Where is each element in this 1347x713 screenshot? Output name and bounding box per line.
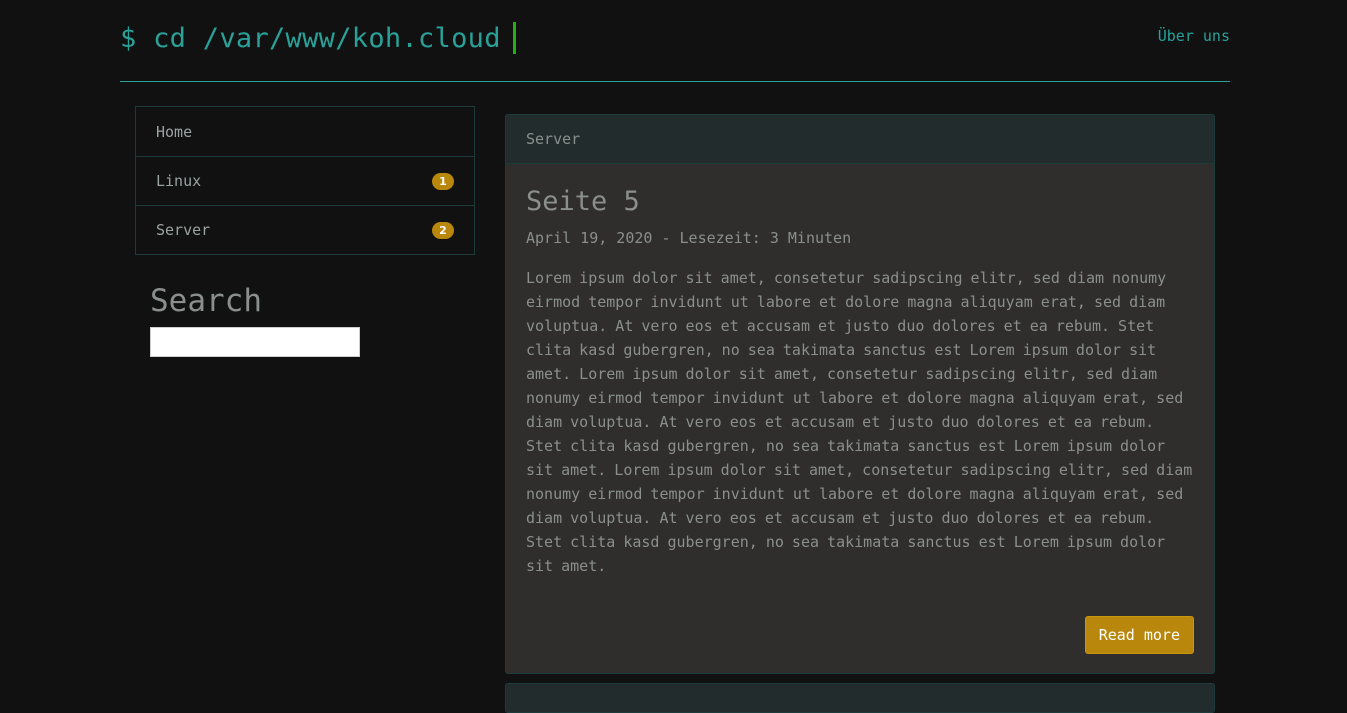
nav-item-label: Server bbox=[156, 221, 211, 239]
site-brand-text: $ cd /var/www/koh.cloud bbox=[120, 22, 501, 54]
nav-item-label: Home bbox=[156, 122, 193, 141]
next-post-card bbox=[505, 683, 1215, 713]
site-header: $ cd /var/www/koh.cloud Über uns bbox=[120, 0, 1230, 82]
post-category: Server bbox=[526, 130, 581, 148]
post-card: Server Seite 5 April 19, 2020 - Lesezeit… bbox=[505, 114, 1215, 674]
count-badge: 1 bbox=[432, 172, 454, 190]
category-nav: Home Linux 1 Server 2 bbox=[135, 106, 475, 255]
nav-item-label: Linux bbox=[156, 172, 202, 190]
post-title[interactable]: Seite 5 bbox=[526, 186, 1194, 217]
site-brand-link[interactable]: $ cd /var/www/koh.cloud bbox=[120, 22, 516, 54]
post-meta: April 19, 2020 - Lesezeit: 3 Minuten bbox=[526, 229, 852, 247]
sidebar: Home Linux 1 Server 2 Search bbox=[135, 106, 475, 357]
nav-item-linux[interactable]: Linux 1 bbox=[136, 156, 474, 205]
about-link[interactable]: Über uns bbox=[1158, 27, 1230, 45]
post-excerpt: Lorem ipsum dolor sit amet, consetetur s… bbox=[526, 269, 1193, 575]
search-input[interactable] bbox=[150, 327, 360, 357]
nav-item-home[interactable]: Home bbox=[136, 107, 474, 156]
read-more-button[interactable]: Read more bbox=[1084, 616, 1194, 654]
nav-item-server[interactable]: Server 2 bbox=[136, 205, 474, 254]
terminal-cursor-icon bbox=[512, 22, 516, 54]
post-category-header: Server bbox=[506, 115, 1214, 164]
count-badge: 2 bbox=[432, 221, 454, 239]
post-body: Seite 5 April 19, 2020 - Lesezeit: 3 Min… bbox=[506, 164, 1214, 578]
search-heading: Search bbox=[150, 283, 262, 319]
